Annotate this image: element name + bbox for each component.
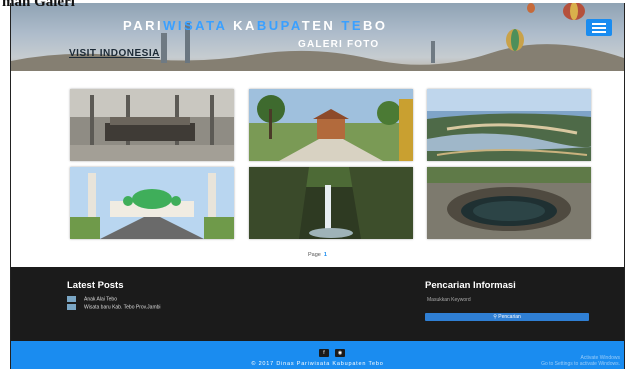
site-footer: f ◉ © 2017 Dinas Pariwisata Kabupaten Te… (11, 341, 624, 369)
gallery-photo-park[interactable] (249, 89, 413, 161)
activate-windows-watermark: Activate Windows Go to Settings to activ… (515, 355, 620, 367)
site-title-part: KA (226, 18, 257, 33)
site-title-part: PARI (123, 18, 164, 33)
latest-post-item[interactable]: Wisata baru Kab. Tebo Prov.Jambi (67, 304, 161, 310)
menu-toggle-button[interactable] (586, 19, 612, 36)
hamburger-menu-icon (592, 27, 606, 29)
site-title-part: TEN (301, 18, 342, 33)
photo-monument-image (70, 89, 234, 161)
site-title[interactable]: PARIWISATA KABUPATEN TEBO (123, 18, 388, 33)
footer-widgets: Latest Posts Anak Alai Tebo Wisata baru … (11, 267, 624, 341)
search-input[interactable] (425, 295, 593, 305)
photo-mosque-image (70, 167, 234, 239)
photo-sinkhole-image (427, 167, 591, 239)
photo-aerial-image (427, 89, 591, 161)
pagination-current-page[interactable]: 1 (324, 252, 327, 258)
photo-gallery: Page 1 (11, 71, 624, 267)
gallery-photo-aerial[interactable] (427, 89, 591, 161)
banner-background-scene (11, 3, 624, 71)
search-icon: ⚲ (493, 314, 497, 320)
gallery-photo-mosque[interactable] (70, 167, 234, 239)
latest-posts-heading: Latest Posts (67, 280, 124, 291)
latest-post-title: Wisata baru Kab. Tebo Prov.Jambi (84, 304, 161, 311)
search-button[interactable]: ⚲ Pencarian (425, 313, 589, 321)
watermark-subtitle: Go to Settings to activate Windows. (541, 361, 620, 367)
pagination-label: Page (308, 252, 321, 258)
gallery-photo-sinkhole[interactable] (427, 167, 591, 239)
site-title-part: WISATA (163, 18, 227, 33)
instagram-icon[interactable]: ◉ (335, 349, 345, 357)
search-heading: Pencarian Informasi (425, 280, 516, 291)
gallery-photo-monument[interactable] (70, 89, 234, 161)
page-subtitle: GALERI FOTO (298, 39, 380, 50)
site-title-part: BUPA (256, 18, 302, 33)
post-thumbnail-icon (67, 304, 76, 310)
latest-post-item[interactable]: Anak Alai Tebo (67, 296, 117, 302)
site-header-banner: PARIWISATA KABUPATEN TEBO GALERI FOTO VI… (11, 3, 624, 71)
pagination: Page 1 (11, 252, 624, 258)
photo-waterfall-image (249, 167, 413, 239)
gallery-photo-waterfall[interactable] (249, 167, 413, 239)
facebook-icon[interactable]: f (319, 349, 329, 357)
site-title-part: TE (341, 18, 364, 33)
visit-indonesia-logo: VISIT INDONESIA (69, 48, 160, 59)
post-thumbnail-icon (67, 296, 76, 302)
photo-park-image (249, 89, 413, 161)
search-button-label: Pencarian (498, 314, 521, 320)
hamburger-menu-icon (592, 31, 606, 33)
browser-page: PARIWISATA KABUPATEN TEBO GALERI FOTO VI… (10, 3, 625, 369)
document-heading: man Galeri (2, 0, 75, 10)
latest-post-title: Anak Alai Tebo (84, 296, 117, 303)
site-title-part: BO (363, 18, 388, 33)
hamburger-menu-icon (592, 23, 606, 25)
